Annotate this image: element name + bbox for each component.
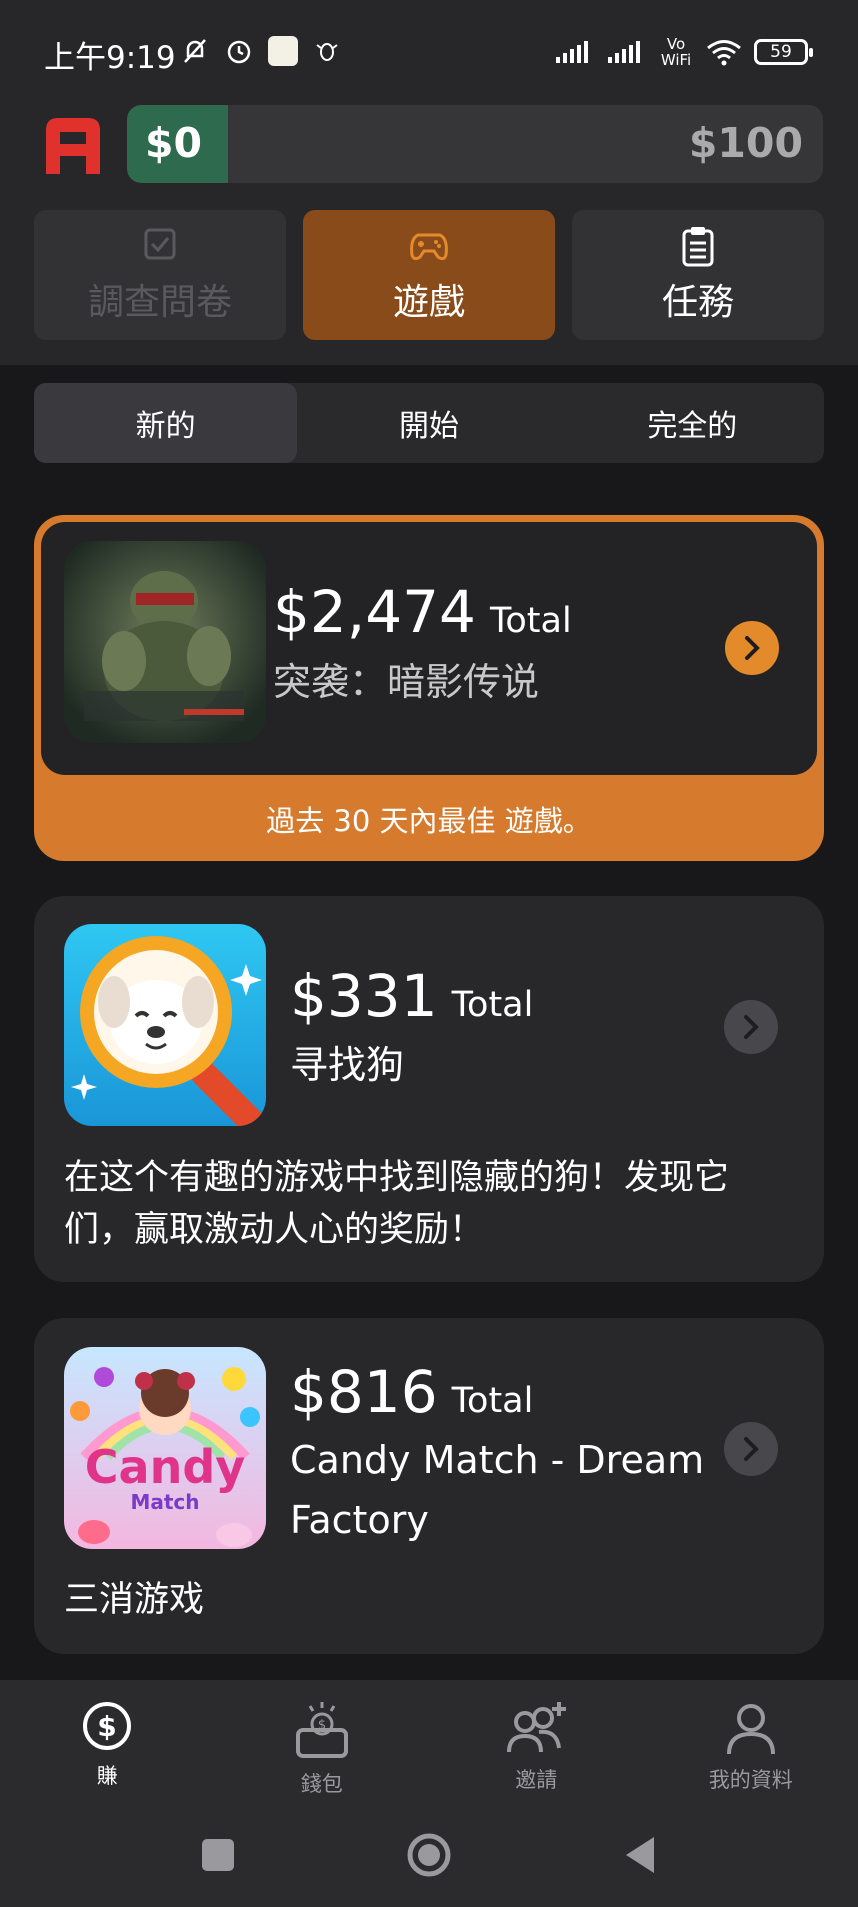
- balance-progress-bar: $0 $100: [127, 105, 823, 183]
- subtab-started[interactable]: 開始: [297, 383, 560, 463]
- game-total-label: Total: [451, 985, 534, 1025]
- subtab-new[interactable]: 新的: [34, 383, 298, 463]
- wallet-icon: $: [295, 1702, 348, 1758]
- tab-tasks[interactable]: 任務: [572, 210, 824, 340]
- goal-balance: $100: [688, 119, 803, 167]
- vowifi-label: Vo WiFi: [660, 35, 692, 69]
- nav-profile[interactable]: 我的資料: [644, 1700, 858, 1798]
- dollar-circle-icon: $: [83, 1702, 132, 1750]
- recent-apps-icon[interactable]: [200, 1837, 236, 1873]
- game-name: 寻找狗: [290, 1043, 405, 1087]
- chevron-right-icon[interactable]: [725, 621, 779, 675]
- status-time: 上午9:19: [44, 40, 176, 76]
- bug-icon: [316, 43, 338, 61]
- game-description: 在这个有趣的游戏中找到隐藏的狗！发现它们，赢取激动人心的奖励！: [64, 1158, 730, 1250]
- clipboard-icon: [682, 227, 714, 267]
- game-thumbnail-image: Candy Match: [64, 1347, 266, 1549]
- nav-profile-label: 我的資料: [708, 1768, 793, 1792]
- game-card-find-dog[interactable]: $331 Total 寻找狗 在这个有趣的游戏中找到隐藏的狗！发现它们，赢取激动人…: [34, 896, 824, 1282]
- wifi-icon: [707, 40, 741, 66]
- signal-icon: [556, 41, 588, 63]
- svg-text:$: $: [98, 1710, 117, 1743]
- candy-match-thumbnail: Candy Match: [64, 1347, 266, 1549]
- candy-logo-text: Candy: [85, 1440, 245, 1494]
- game-filter-tabs: 新的 開始 完全的: [34, 383, 824, 463]
- featured-total-label: Total: [489, 601, 572, 641]
- checkbox-icon: [144, 228, 176, 260]
- status-system-icons: Vo WiFi 59: [554, 35, 813, 69]
- current-balance: $0: [145, 119, 203, 167]
- game-card-candy-match[interactable]: Candy Match $816 Total Candy Match - Drea…: [34, 1318, 824, 1654]
- game-amount-value: $816: [290, 1358, 438, 1426]
- tab-games[interactable]: 遊戲: [303, 210, 555, 340]
- featured-amount: $2,474 Total: [273, 578, 572, 646]
- alarm-icon: [227, 40, 251, 64]
- featured-note: 過去 30 天內最佳 遊戲。: [266, 804, 592, 838]
- match-logo-text: Match: [130, 1490, 199, 1514]
- chevron-right-icon[interactable]: [724, 1000, 778, 1054]
- nav-wallet-label: 錢包: [300, 1772, 343, 1796]
- game-amount: $331 Total: [290, 962, 533, 1030]
- nav-invite-label: 邀請: [515, 1768, 558, 1792]
- tab-tasks-label: 任務: [661, 282, 734, 323]
- subtab-completed[interactable]: 完全的: [561, 383, 824, 463]
- nav-earn-label: 賺: [96, 1764, 118, 1788]
- mute-bell-icon: [184, 39, 206, 63]
- featured-game-card[interactable]: $2,474 Total 突袭：暗影传说 過去 30 天內最佳 遊戲。: [34, 515, 824, 861]
- turtle-warrior-thumbnail: [64, 541, 266, 743]
- dog-magnifier-thumbnail: [64, 924, 266, 1126]
- chevron-right-icon[interactable]: [724, 1422, 778, 1476]
- nav-earn[interactable]: $ 賺: [0, 1700, 215, 1798]
- tab-survey-label: 調查問卷: [87, 282, 232, 323]
- game-thumbnail-image: [64, 541, 266, 743]
- signal-icon-2: [608, 41, 640, 63]
- game-name-line1: Candy Match - Dream: [290, 1438, 705, 1482]
- game-amount: $816 Total: [290, 1358, 533, 1426]
- nav-wallet[interactable]: $ 錢包: [215, 1700, 430, 1798]
- featured-game-name: 突袭：暗影传说: [273, 660, 540, 704]
- category-tabs: 調查問卷 遊戲 任務: [34, 210, 824, 340]
- tab-survey[interactable]: 調查問卷: [34, 210, 286, 340]
- game-thumbnail-image: [64, 924, 266, 1126]
- nav-invite[interactable]: 邀請: [429, 1700, 644, 1798]
- game-name-line2: Factory: [290, 1498, 429, 1542]
- game-amount-value: $331: [290, 962, 438, 1030]
- battery-icon: 59: [754, 39, 813, 65]
- gamepad-icon: [410, 233, 448, 261]
- system-navigation-bar: [0, 1820, 858, 1890]
- profile-icon: [726, 1704, 775, 1755]
- app-notification-icon: [268, 36, 298, 66]
- game-description: 三消游戏: [64, 1580, 205, 1620]
- featured-amount-value: $2,474: [273, 578, 476, 646]
- invite-users-icon: [507, 1702, 567, 1753]
- featured-game-body: $2,474 Total 突袭：暗影传说: [41, 522, 817, 775]
- status-notification-icons: [180, 36, 342, 66]
- status-bar: 上午9:19 Vo WiFi 59: [0, 0, 858, 100]
- back-icon[interactable]: [622, 1835, 658, 1875]
- home-icon[interactable]: [406, 1832, 452, 1878]
- tab-games-label: 遊戲: [392, 282, 465, 323]
- game-total-label: Total: [451, 1381, 534, 1421]
- app-logo-icon: [46, 118, 100, 174]
- svg-text:$: $: [318, 1718, 326, 1733]
